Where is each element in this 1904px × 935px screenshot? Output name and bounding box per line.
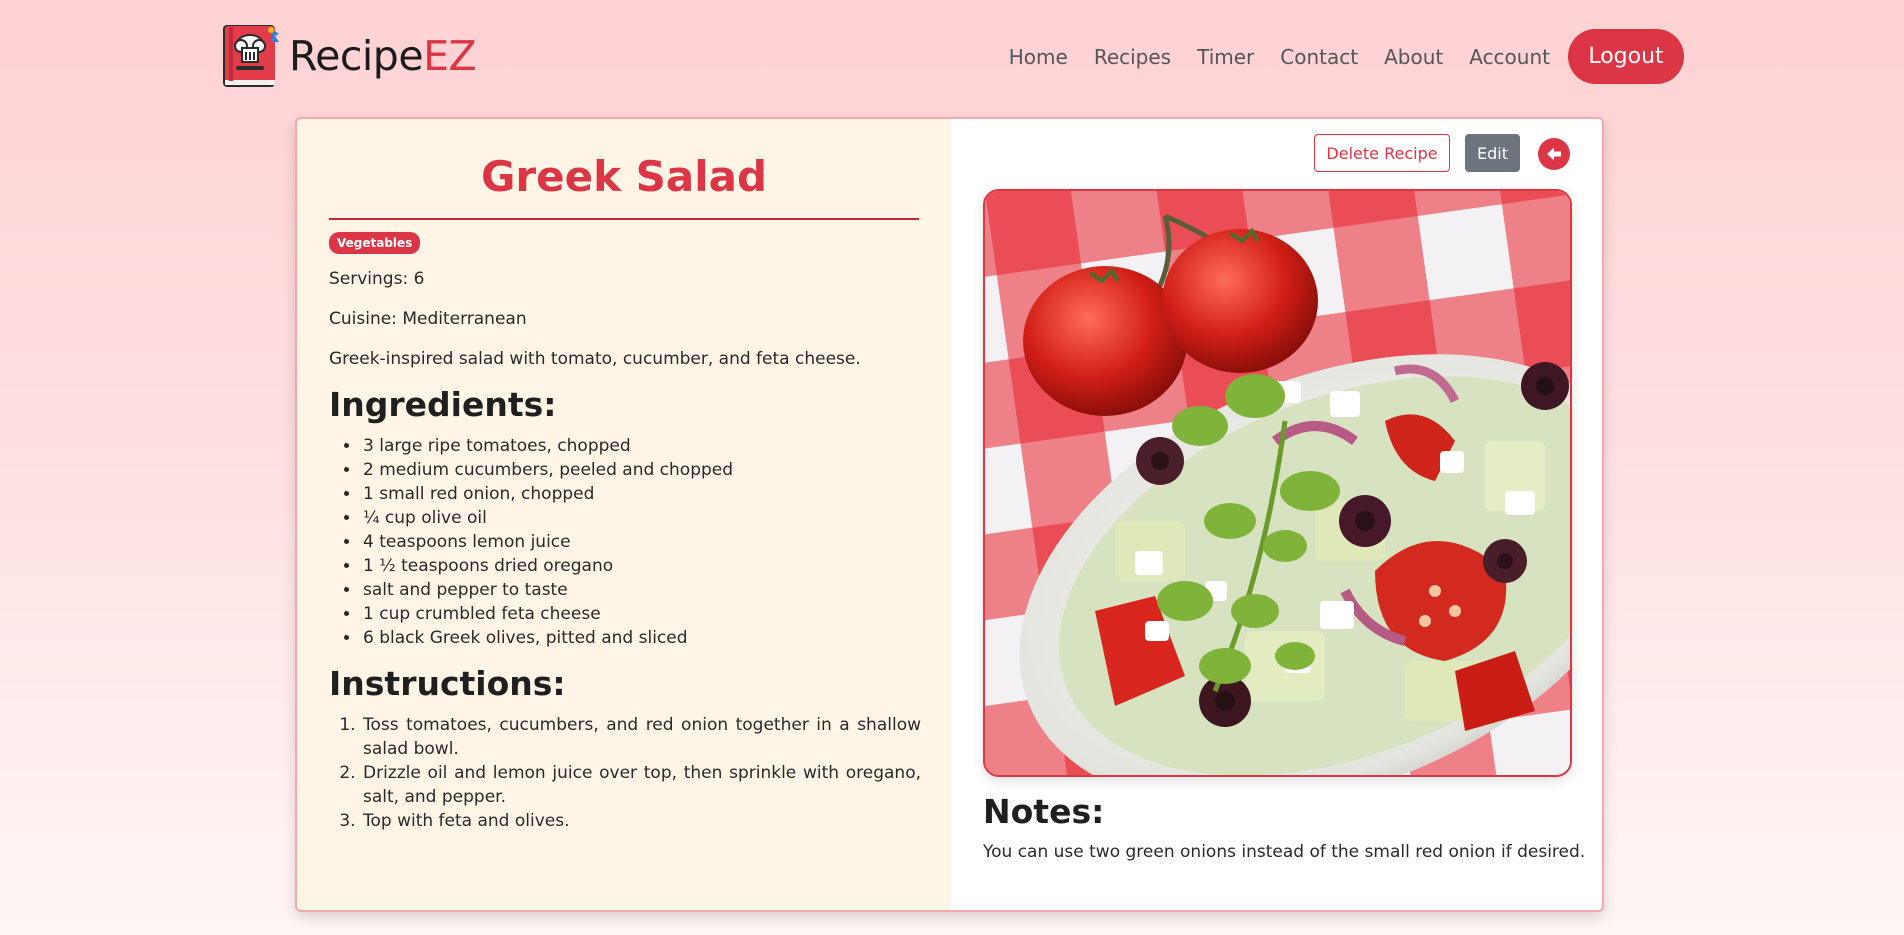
ingredient-item: 1 small red onion, chopped — [361, 482, 921, 506]
recipe-details-panel: Greek Salad Vegetables Servings: 6 Cuisi… — [297, 119, 951, 910]
instruction-step: Drizzle oil and lemon juice over top, th… — [361, 761, 921, 809]
nav-link-contact[interactable]: Contact — [1280, 31, 1358, 83]
instruction-step: Toss tomatoes, cucumbers, and red onion … — [361, 713, 921, 761]
title-divider — [329, 218, 919, 220]
ingredient-item: 1 cup crumbled feta cheese — [361, 602, 921, 626]
category-badge: Vegetables — [329, 232, 421, 254]
arrow-left-icon — [1547, 147, 1561, 161]
nav-link-about[interactable]: About — [1384, 31, 1443, 83]
navbar: RecipeEZ Home Recipes Timer Contact Abou… — [0, 0, 1904, 112]
description-text: Greek-inspired salad with tomato, cucumb… — [329, 349, 861, 369]
cuisine-text: Cuisine: Mediterranean — [329, 309, 527, 329]
brand-name: RecipeEZ — [289, 22, 477, 90]
ingredient-item: 2 medium cucumbers, peeled and chopped — [361, 458, 921, 482]
ingredients-heading: Ingredients: — [329, 385, 557, 424]
recipe-book-logo-icon — [223, 25, 279, 87]
ingredient-item: ¼ cup olive oil — [361, 506, 921, 530]
recipe-photo — [983, 189, 1572, 777]
nav-link-home[interactable]: Home — [1009, 31, 1068, 83]
ingredient-item: salt and pepper to taste — [361, 578, 921, 602]
nav-link-account[interactable]: Account — [1469, 31, 1550, 83]
instructions-list: Toss tomatoes, cucumbers, and red onion … — [361, 713, 921, 833]
nav-link-timer[interactable]: Timer — [1197, 31, 1254, 83]
brand-name-main: Recipe — [289, 32, 424, 80]
ingredient-item: 6 black Greek olives, pitted and sliced — [361, 626, 921, 650]
nav-link-recipes[interactable]: Recipes — [1094, 31, 1171, 83]
ingredient-item: 4 teaspoons lemon juice — [361, 530, 921, 554]
nav-links: Home Recipes Timer Contact About Account… — [1009, 29, 1684, 84]
brand-name-accent: EZ — [423, 32, 477, 80]
instruction-step: Top with feta and olives. — [361, 809, 921, 833]
greek-salad-image — [985, 191, 1570, 775]
notes-heading: Notes: — [983, 792, 1105, 831]
ingredient-item: 1 ½ teaspoons dried oregano — [361, 554, 921, 578]
recipe-media-panel: Delete Recipe Edit Notes: You can use tw… — [951, 119, 1602, 910]
recipe-title: Greek Salad — [480, 152, 768, 201]
logout-button[interactable]: Logout — [1568, 29, 1684, 84]
ingredients-list: 3 large ripe tomatoes, chopped 2 medium … — [361, 434, 921, 650]
back-button[interactable] — [1538, 138, 1570, 170]
notes-text: You can use two green onions instead of … — [983, 842, 1586, 862]
servings-text: Servings: 6 — [329, 269, 425, 289]
edit-recipe-button[interactable]: Edit — [1465, 134, 1520, 172]
brand[interactable]: RecipeEZ — [219, 22, 477, 90]
delete-recipe-button[interactable]: Delete Recipe — [1314, 134, 1450, 172]
ingredient-item: 3 large ripe tomatoes, chopped — [361, 434, 921, 458]
recipe-card: Greek Salad Vegetables Servings: 6 Cuisi… — [295, 117, 1604, 912]
instructions-heading: Instructions: — [329, 664, 566, 703]
